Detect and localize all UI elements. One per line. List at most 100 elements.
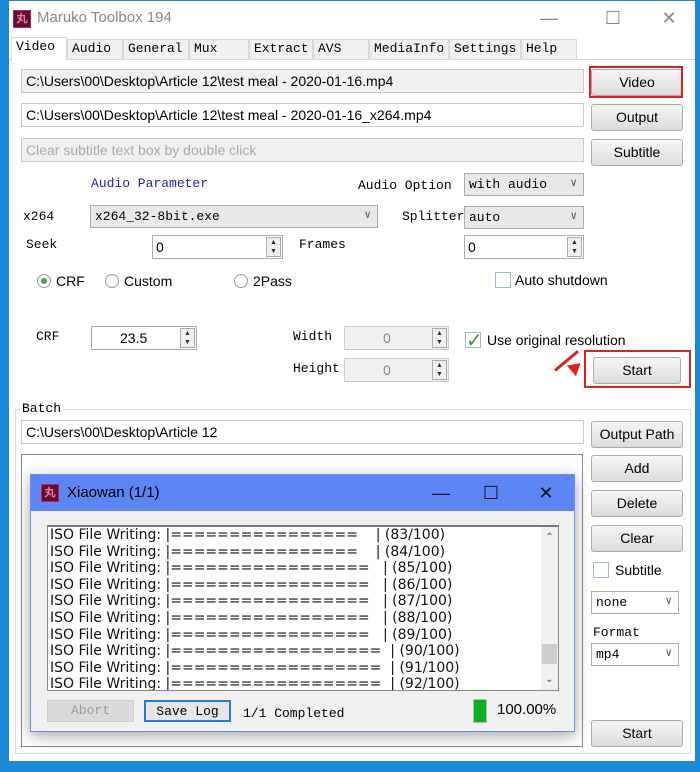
output-path-button[interactable]: Output Path: [591, 421, 683, 448]
audio-parameter-link[interactable]: Audio Parameter: [91, 176, 208, 191]
tab-avs[interactable]: AVS: [313, 39, 369, 59]
scroll-thumb[interactable]: [542, 644, 557, 664]
progress-bar: [473, 699, 487, 723]
chevron-down-icon: ∨: [364, 210, 371, 222]
completion-status: 1/1 Completed: [243, 706, 345, 721]
use-original-resolution-label: Use original resolution: [487, 332, 626, 348]
dialog-app-icon: 丸: [41, 484, 59, 502]
dialog-maximize-button[interactable]: ☐: [471, 480, 511, 506]
spinner-arrows-icon[interactable]: ▲ ▼: [567, 237, 582, 257]
dialog-minimize-button[interactable]: —: [421, 480, 461, 506]
crf-value: 23.5: [120, 330, 148, 346]
video-button-highlight: [589, 66, 683, 98]
encoder-value: x264_32-8bit.exe: [95, 209, 220, 224]
spinner-arrows-icon[interactable]: ▲ ▼: [266, 237, 281, 257]
output-path-field[interactable]: C:\Users\00\Desktop\Article 12\test meal…: [21, 103, 584, 127]
app-icon: 丸: [13, 10, 31, 28]
progress-percent: 100.00%: [497, 701, 557, 718]
splitter-select[interactable]: auto ∨: [464, 206, 584, 229]
width-value: 0: [383, 330, 391, 346]
subtitle-mode-select[interactable]: none ∨: [591, 591, 679, 614]
spinner-arrows-icon[interactable]: ▲ ▼: [432, 360, 447, 380]
splitter-value: auto: [469, 210, 501, 225]
abort-button[interactable]: Abort: [47, 700, 134, 722]
spinner-arrows-icon[interactable]: ▲ ▼: [180, 328, 195, 348]
log-line: ISO File Writing: |================= | (…: [50, 576, 453, 593]
video-input-path[interactable]: C:\Users\00\Desktop\Article 12\test meal…: [21, 69, 584, 93]
encoder-label: x264: [23, 209, 55, 224]
start-button-highlight: [584, 350, 691, 388]
format-select[interactable]: mp4 ∨: [591, 643, 679, 666]
seek-label: Seek: [26, 237, 58, 252]
custom-radio-label: Custom: [124, 273, 173, 289]
tab-settings[interactable]: Settings: [449, 39, 521, 59]
batch-output-path-field[interactable]: C:\Users\00\Desktop\Article 12: [21, 420, 584, 444]
2pass-radio[interactable]: [234, 274, 248, 288]
scroll-down-icon[interactable]: ⌄: [541, 671, 558, 688]
tab-audio[interactable]: Audio: [67, 39, 123, 59]
crf-radio[interactable]: [37, 274, 51, 288]
tab-help[interactable]: Help: [521, 39, 577, 59]
window-title: Maruko Toolbox 194: [37, 9, 172, 26]
crf-label: CRF: [36, 329, 60, 344]
frames-value: 0: [468, 239, 476, 255]
chevron-down-icon: ∨: [570, 211, 577, 223]
custom-radio[interactable]: [105, 274, 119, 288]
maximize-button[interactable]: ☐: [593, 5, 633, 31]
close-button[interactable]: ✕: [649, 5, 689, 31]
add-button[interactable]: Add: [591, 455, 683, 482]
batch-start-button[interactable]: Start: [591, 720, 683, 747]
save-log-button[interactable]: Save Log: [144, 700, 231, 722]
progress-dialog: 丸 Xiaowan (1/1) — ☐ ✕ ISO File Writing: …: [30, 474, 575, 732]
title-bar: 丸 Maruko Toolbox 194 — ☐ ✕: [9, 1, 695, 35]
log-scrollbar[interactable]: ⌃ ⌄: [541, 527, 558, 690]
dialog-close-button[interactable]: ✕: [526, 480, 566, 506]
height-input[interactable]: 0 ▲ ▼: [344, 358, 449, 382]
spinner-arrows-icon[interactable]: ▲ ▼: [432, 328, 447, 348]
minimize-button[interactable]: —: [529, 5, 569, 31]
tab-general[interactable]: General: [123, 39, 189, 59]
log-line: ISO File Writing: |================== | …: [50, 643, 460, 660]
format-label: Format: [593, 625, 640, 640]
tab-mux[interactable]: Mux: [189, 39, 249, 59]
log-textbox[interactable]: ISO File Writing: |================ | (8…: [47, 525, 559, 691]
log-line: ISO File Writing: |================ | (8…: [50, 527, 446, 543]
seek-input[interactable]: 0 ▲ ▼: [152, 235, 283, 259]
dialog-title-bar: 丸 Xiaowan (1/1) — ☐ ✕: [31, 475, 574, 511]
frames-label: Frames: [299, 237, 346, 252]
batch-group-label: Batch: [20, 401, 64, 416]
log-line: ISO File Writing: |================== | …: [50, 659, 460, 676]
chevron-down-icon: ∨: [665, 596, 672, 608]
subtitle-button[interactable]: Subtitle: [591, 139, 683, 166]
log-line: ISO File Writing: |================= | (…: [50, 560, 453, 577]
tab-video[interactable]: Video: [11, 37, 67, 61]
audio-option-label: Audio Option: [358, 178, 452, 193]
subtitle-path-field[interactable]: Clear subtitle text box by double click: [21, 138, 584, 162]
audio-option-select[interactable]: with audio ∨: [464, 173, 584, 196]
frames-input[interactable]: 0 ▲ ▼: [464, 235, 584, 259]
log-line: ISO File Writing: |================== | …: [50, 676, 460, 691]
tab-strip: Video Audio General Mux Extract AVS Medi…: [9, 37, 577, 61]
dialog-title: Xiaowan (1/1): [67, 484, 160, 501]
height-label: Height: [293, 361, 340, 376]
log-line: ISO File Writing: |================= | (…: [50, 593, 453, 610]
crf-input[interactable]: 23.5 ▲ ▼: [91, 326, 197, 350]
crf-radio-label: CRF: [56, 273, 85, 289]
chevron-down-icon: ∨: [665, 648, 672, 660]
subtitle-mode-value: none: [596, 595, 628, 610]
batch-subtitle-label: Subtitle: [615, 562, 662, 578]
tab-mediainfo[interactable]: MediaInfo: [369, 39, 449, 59]
batch-subtitle-checkbox[interactable]: [593, 562, 609, 578]
seek-value: 0: [156, 239, 164, 255]
clear-button[interactable]: Clear: [591, 525, 683, 552]
output-button[interactable]: Output: [591, 104, 683, 131]
delete-button[interactable]: Delete: [591, 490, 683, 517]
use-original-resolution-checkbox[interactable]: [465, 328, 483, 353]
format-value: mp4: [596, 647, 620, 662]
scroll-up-icon[interactable]: ⌃: [541, 529, 558, 546]
width-input[interactable]: 0 ▲ ▼: [344, 326, 449, 350]
tab-extract[interactable]: Extract: [249, 39, 313, 59]
encoder-select[interactable]: x264_32-8bit.exe ∨: [90, 205, 378, 228]
auto-shutdown-checkbox[interactable]: [495, 272, 511, 288]
chevron-down-icon: ∨: [570, 178, 577, 190]
